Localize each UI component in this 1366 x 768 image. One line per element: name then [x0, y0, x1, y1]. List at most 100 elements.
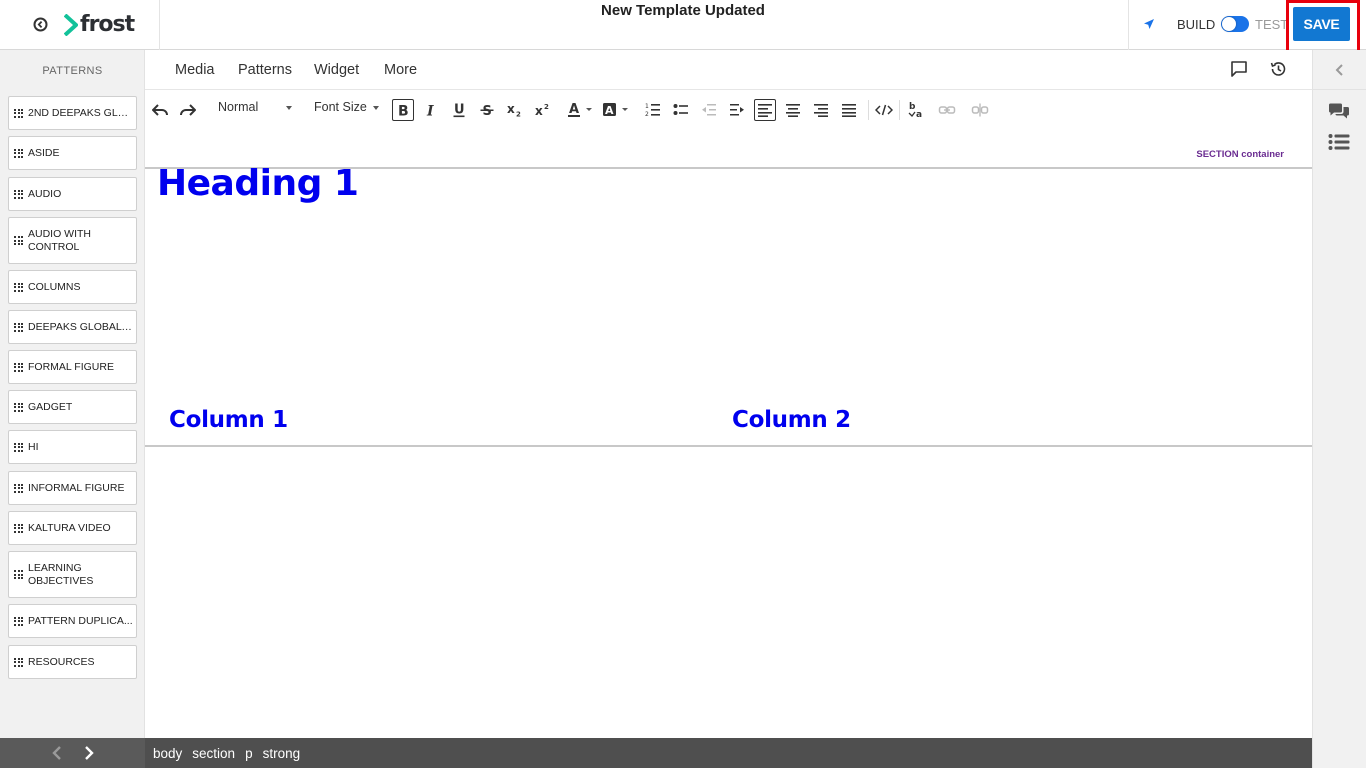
pattern-label: ASIDE [28, 146, 60, 159]
numbered-list-button[interactable]: 12 [642, 99, 664, 121]
navigation-arrow-icon[interactable] [1143, 18, 1155, 30]
drag-handle-icon[interactable] [14, 236, 23, 245]
column-2-heading[interactable]: Column 2 [732, 407, 851, 433]
svg-text:2: 2 [516, 111, 521, 118]
unlink-button[interactable] [969, 99, 991, 121]
italic-button[interactable]: I [420, 99, 442, 121]
pattern-item[interactable]: PATTERN DUPLICA... [8, 604, 137, 638]
section-container-tag: SECTION container [1196, 149, 1284, 160]
tab-media[interactable]: Media [175, 62, 215, 78]
indent-button[interactable] [726, 99, 748, 121]
drag-handle-icon[interactable] [14, 362, 23, 372]
path-crumb-strong[interactable]: strong [263, 746, 301, 761]
justify-button[interactable] [838, 99, 860, 121]
svg-text:B: B [398, 104, 409, 118]
collapse-chevron-icon[interactable] [1334, 63, 1344, 77]
align-left-button[interactable] [754, 99, 776, 121]
pattern-item[interactable]: FORMAL FIGURE [8, 350, 137, 384]
path-crumb-body[interactable]: body [153, 746, 182, 761]
block-format-select[interactable]: Normal [218, 100, 293, 114]
pattern-item[interactable]: KALTURA VIDEO [8, 511, 137, 545]
drag-handle-icon[interactable] [14, 483, 23, 493]
chevron-down-icon [372, 105, 379, 110]
patterns-sidebar: PATTERNS 2ND DEEPAKS GLO... ASIDE AUDIO … [0, 50, 145, 768]
tab-more[interactable]: More [384, 62, 417, 78]
drag-handle-icon[interactable] [14, 523, 23, 533]
save-button[interactable]: SAVE [1293, 7, 1350, 41]
pattern-item[interactable]: RESOURCES [8, 645, 137, 679]
superscript-button[interactable]: x2 [532, 99, 554, 121]
drag-handle-icon[interactable] [14, 282, 23, 292]
chevron-right-icon[interactable] [83, 745, 95, 761]
pattern-item[interactable]: LEARNING OBJECTIVES [8, 551, 137, 598]
pattern-label: FORMAL FIGURE [28, 360, 114, 373]
mode-build-label: BUILD [1177, 17, 1216, 32]
brand-name: frost [80, 12, 135, 37]
back-button[interactable] [33, 17, 48, 32]
comment-icon[interactable] [1230, 60, 1248, 78]
pattern-item[interactable]: GADGET [8, 390, 137, 424]
pattern-item[interactable]: AUDIO WITH CONTROL [8, 217, 137, 264]
bulleted-list-button[interactable] [670, 99, 692, 121]
font-size-select[interactable]: Font Size [314, 100, 379, 114]
column-1-heading[interactable]: Column 1 [169, 407, 288, 433]
pattern-item[interactable]: INFORMAL FIGURE [8, 471, 137, 505]
drag-handle-icon[interactable] [14, 570, 23, 579]
drag-handle-icon[interactable] [14, 322, 23, 332]
path-crumb-section[interactable]: section [192, 746, 235, 761]
drag-handle-icon[interactable] [14, 189, 23, 199]
subscript-button[interactable]: x2 [504, 99, 526, 121]
text-color-button[interactable]: A [565, 99, 595, 121]
drag-handle-icon[interactable] [14, 402, 23, 412]
path-crumb-p[interactable]: p [245, 746, 253, 761]
pattern-item[interactable]: 2ND DEEPAKS GLO... [8, 96, 137, 130]
drag-handle-icon[interactable] [14, 108, 23, 118]
pattern-item[interactable]: HI [8, 430, 137, 464]
redo-button[interactable] [177, 99, 199, 121]
patterns-heading: PATTERNS [42, 65, 103, 77]
undo-button[interactable] [149, 99, 171, 121]
underline-button[interactable]: U [448, 99, 470, 121]
build-test-toggle[interactable] [1221, 16, 1249, 32]
rail-header [1313, 50, 1366, 90]
pattern-label: HI [28, 440, 39, 453]
comments-icon[interactable] [1328, 103, 1350, 121]
link-button[interactable] [936, 99, 958, 121]
spellcheck-button[interactable]: ba [906, 99, 928, 121]
editor-canvas[interactable]: SECTION container Heading 1 Column 1 Col… [145, 130, 1312, 738]
svg-text:I: I [426, 104, 434, 118]
align-right-button[interactable] [810, 99, 832, 121]
pattern-item[interactable]: AUDIO [8, 177, 137, 211]
pattern-item[interactable]: COLUMNS [8, 270, 137, 304]
drag-handle-icon[interactable] [14, 657, 23, 667]
svg-text:2: 2 [645, 111, 649, 118]
outdent-button[interactable] [698, 99, 720, 121]
background-color-button[interactable]: A [599, 99, 631, 121]
bold-icon: B [398, 104, 409, 118]
align-center-button[interactable] [782, 99, 804, 121]
tab-patterns[interactable]: Patterns [238, 62, 292, 78]
chevron-left-icon[interactable] [51, 745, 63, 761]
pattern-label: DEEPAKS GLOBAL ... [28, 320, 133, 333]
outline-list-icon[interactable] [1328, 133, 1350, 151]
pattern-label: PATTERN DUPLICA... [28, 614, 133, 627]
svg-text:x: x [507, 103, 515, 116]
spellcheck-icon: ba [908, 102, 922, 119]
drag-handle-icon[interactable] [14, 148, 23, 158]
heading-1[interactable]: Heading 1 [157, 163, 359, 204]
background-color-icon: A [603, 103, 628, 117]
align-center-icon [786, 104, 800, 117]
drag-handle-icon[interactable] [14, 616, 23, 626]
drag-handle-icon[interactable] [14, 442, 23, 452]
pattern-item[interactable]: DEEPAKS GLOBAL ... [8, 310, 137, 344]
source-code-button[interactable] [873, 99, 895, 121]
pattern-label: 2ND DEEPAKS GLO... [28, 106, 133, 119]
formatting-toolbar: Normal Font Size B I U S x2 x2 A A 12 b … [145, 90, 1312, 130]
strikethrough-button[interactable]: S [476, 99, 498, 121]
align-right-icon [814, 104, 828, 117]
bold-button[interactable]: B [392, 99, 414, 121]
tab-widget[interactable]: Widget [314, 62, 359, 78]
pattern-item[interactable]: ASIDE [8, 136, 137, 170]
history-icon[interactable] [1269, 60, 1287, 78]
pattern-label: LEARNING OBJECTIVES [28, 561, 94, 587]
